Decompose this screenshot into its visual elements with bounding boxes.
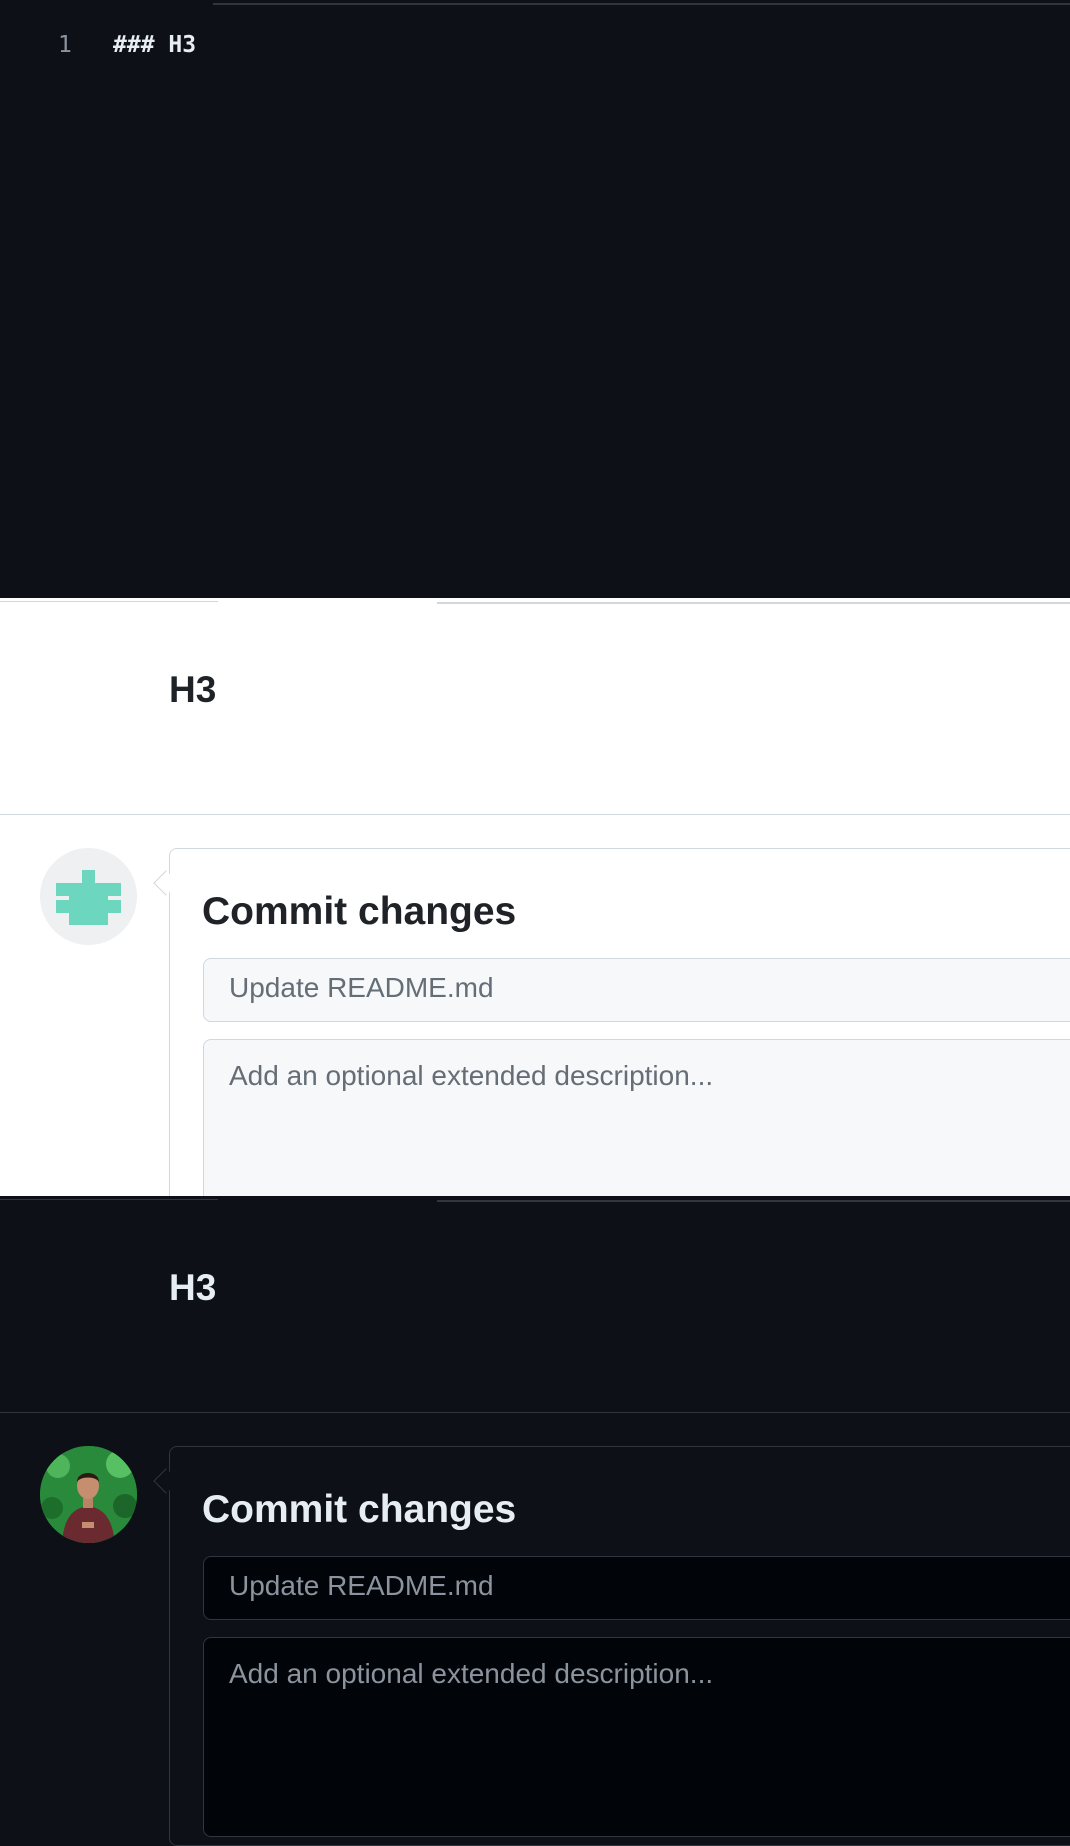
- preview-heading: H3: [169, 1267, 217, 1308]
- code-editor[interactable]: 1 ### H3: [0, 0, 1070, 598]
- commit-summary-input[interactable]: Update README.md: [203, 1556, 1070, 1620]
- description-placeholder: Add an optional extended description...: [229, 1060, 714, 1091]
- commit-title: Commit changes: [202, 890, 517, 933]
- identicon-icon: [56, 870, 121, 925]
- light-theme-panel: H3 Commit changes Update README.md Add a…: [0, 598, 1070, 1248]
- identicon-avatar[interactable]: [40, 848, 137, 945]
- commit-title: Commit changes: [202, 1488, 517, 1531]
- summary-placeholder: Update README.md: [229, 1570, 494, 1601]
- commit-summary-input[interactable]: Update README.md: [203, 958, 1070, 1022]
- dark-theme-panel: H3 Commit changes Update README.md Add a…: [0, 1196, 1070, 1846]
- commit-description-input[interactable]: Add an optional extended description...: [203, 1637, 1070, 1837]
- preview-pane: [0, 1196, 1070, 1413]
- summary-placeholder: Update README.md: [229, 972, 494, 1003]
- preview-pane: [0, 598, 1070, 815]
- person-photo-icon: [40, 1446, 137, 1543]
- preview-heading: H3: [169, 669, 217, 710]
- user-photo-avatar[interactable]: [40, 1446, 137, 1543]
- description-placeholder: Add an optional extended description...: [229, 1658, 714, 1689]
- editor-top-border: [213, 0, 1070, 5]
- line-number: 1: [58, 32, 72, 58]
- code-line[interactable]: ### H3: [113, 32, 196, 58]
